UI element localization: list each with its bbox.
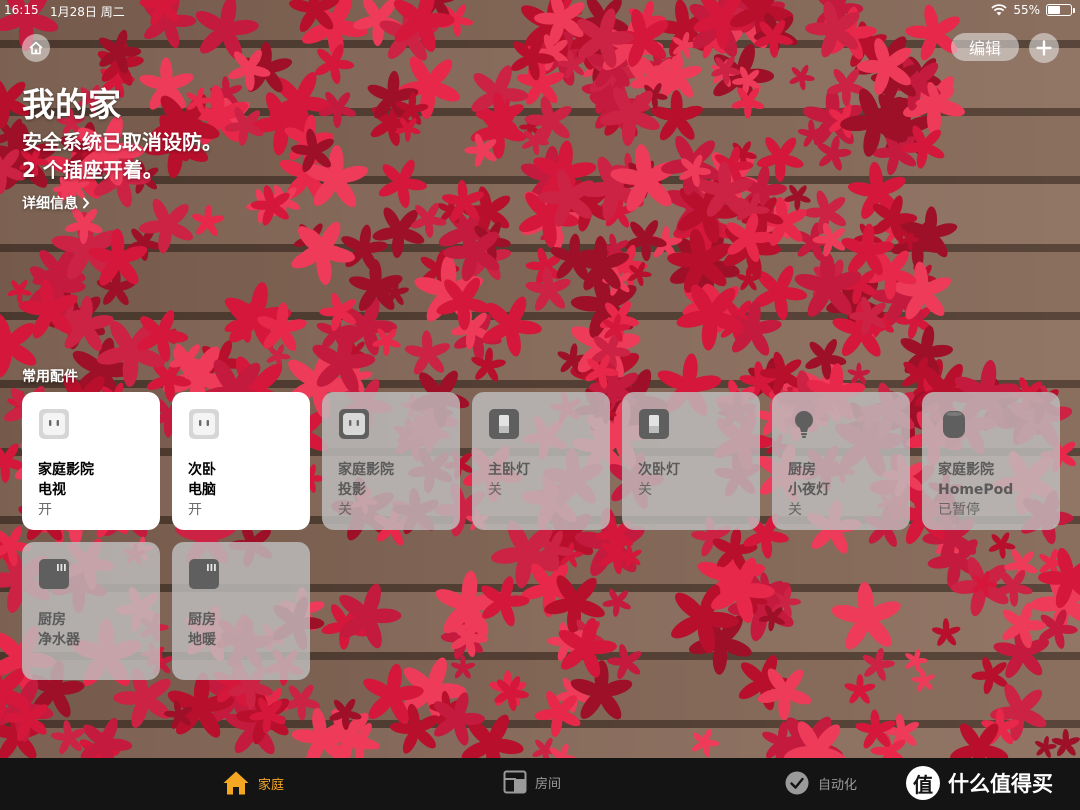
tile-room: 家庭影院 [938,462,994,478]
lightbulb-icon [795,411,813,438]
tab-bar: 家庭 房间 自动化 值 什么值得买 [0,758,1080,810]
automation-icon [785,771,809,795]
watermark-icon: 值 [906,766,940,800]
watermark-logo: 值 什么值得买 [906,766,1053,800]
tile-name: 次卧灯 [638,462,680,478]
status-time: 16:15 [4,3,39,17]
tile-room: 次卧 [188,462,216,478]
details-label: 详细信息 [22,196,78,212]
accessory-tile[interactable]: 次卧灯 关 [622,392,760,530]
page-title: 我的家 [22,85,121,124]
accessory-tile[interactable]: 厨房 净水器 [22,542,160,680]
tab-automation[interactable]: 自动化 [784,770,857,796]
tile-state: 关 [488,482,502,498]
status-date: 1月28日 周二 [50,5,125,19]
battery-percent: 55% [1013,3,1040,17]
outlet-icon [189,409,219,439]
tile-state: 关 [788,502,802,518]
battery-icon [1046,4,1075,16]
home-summary: 安全系统已取消设防。 2 个插座开着。 [22,128,222,184]
tile-name: HomePod [938,482,1014,498]
tile-name: 地暖 [188,632,216,648]
details-link[interactable]: 详细信息 [22,193,90,213]
tile-state: 开 [188,502,202,518]
light-switch-icon [489,409,519,439]
tab-home-label: 家庭 [258,777,285,793]
tab-automation-label: 自动化 [818,777,858,793]
plus-icon [1036,40,1052,56]
add-button[interactable] [1029,33,1059,63]
tile-room: 厨房 [188,612,216,628]
tile-name: 电视 [38,482,66,498]
tile-name: 投影 [338,482,366,498]
tile-state: 开 [38,502,52,518]
tile-name: 净水器 [38,632,80,648]
status-bar: 16:15 1月28日 周二 55% [0,0,1080,22]
tile-state: 关 [338,502,352,518]
tab-home[interactable]: 家庭 [222,770,284,796]
rooms-icon [503,770,527,794]
house-outline-icon [29,41,43,55]
wifi-icon [991,4,1007,16]
status-indicators: 55% [991,3,1075,17]
switch-box-icon [189,559,219,589]
tab-rooms-label: 房间 [535,776,562,792]
home-settings-button[interactable] [22,34,50,62]
switch-box-icon [39,559,69,589]
accessory-tile[interactable]: 家庭影院 投影 关 [322,392,460,530]
house-icon [223,771,249,795]
summary-security-status: 安全系统已取消设防。 [22,130,222,154]
outlet-icon [339,409,369,439]
homepod-icon [943,411,965,438]
accessory-tile[interactable]: 厨房 小夜灯 关 [772,392,910,530]
battery-fill [1048,6,1061,14]
tile-state: 关 [638,482,652,498]
tile-room: 厨房 [788,462,816,478]
accessory-tile[interactable]: 家庭影院 电视 开 [22,392,160,530]
tile-room: 家庭影院 [38,462,94,478]
edit-button[interactable]: 编辑 [951,33,1019,61]
tab-rooms[interactable]: 房间 [503,770,561,794]
tile-state: 已暂停 [938,502,980,518]
tile-room: 厨房 [38,612,66,628]
tile-room: 家庭影院 [338,462,394,478]
tile-name: 电脑 [188,482,216,498]
accessory-tile[interactable]: 主卧灯 关 [472,392,610,530]
accessory-tile[interactable]: 厨房 地暖 [172,542,310,680]
accessory-tile[interactable]: 家庭影院 HomePod 已暂停 [922,392,1060,530]
tile-name: 主卧灯 [488,462,530,478]
outlet-icon [39,409,69,439]
chevron-right-icon [83,197,90,209]
summary-outlets-status: 2 个插座开着。 [22,158,163,182]
accessory-tile[interactable]: 次卧 电脑 开 [172,392,310,530]
light-switch-icon [639,409,669,439]
watermark-text: 什么值得买 [948,772,1053,796]
tile-name: 小夜灯 [788,482,830,498]
favorite-accessories-grid: 家庭影院电视 开 次卧电脑 开 家庭影院投影 关 主卧灯 关 次卧灯 关 [22,392,1062,682]
favorites-section-label: 常用配件 [22,369,78,385]
